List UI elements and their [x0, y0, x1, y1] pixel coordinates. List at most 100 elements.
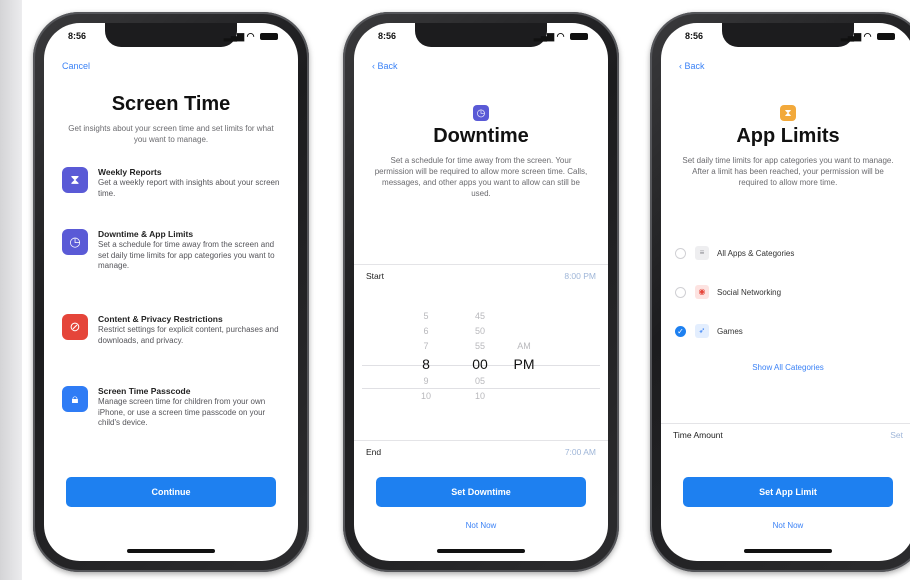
wifi-icon: ◠ — [863, 31, 872, 41]
signal-icon: ▂▄▆ — [533, 31, 555, 41]
time-picker[interactable]: 5 6 7 8 9 10 45 50 55 00 05 10 AM PM — [354, 309, 608, 439]
social-icon: ◉ — [695, 285, 709, 299]
period-wheel[interactable]: AM PM — [504, 309, 544, 374]
signal-icon: ▂▄▆ — [223, 31, 245, 41]
screen: 8:56 ▂▄▆ ◠ ‹ Back ◷ Downtime Set a sched… — [354, 23, 608, 561]
feature-content-privacy: ⊘ Content & Privacy Restrictions Restric… — [62, 314, 284, 384]
status-time: 8:56 — [685, 31, 704, 41]
status-icons: ▂▄▆ ◠ — [841, 31, 895, 42]
start-label: Start — [366, 271, 384, 281]
page-title: Downtime — [433, 125, 529, 147]
status-icons: ▂▄▆ ◠ — [224, 31, 278, 42]
picker-value: 05 — [474, 376, 485, 386]
time-amount-value: Set — [890, 430, 903, 440]
lock-icon: 🔒︎ — [62, 386, 88, 412]
screen: 8:56 ▂▄▆ ◠ Cancel Screen Time Get insigh… — [44, 23, 298, 561]
back-button[interactable]: ‹ Back — [679, 61, 705, 71]
feature-downtime-app-limits: ◷ Downtime & App Limits Set a schedule f… — [62, 229, 284, 299]
status-bar: 8:56 ▂▄▆ ◠ — [354, 31, 608, 45]
hourglass-icon: ⧗ — [62, 167, 88, 193]
phone-screen-time: 8:56 ▂▄▆ ◠ Cancel Screen Time Get insigh… — [33, 12, 309, 572]
wifi-icon: ◠ — [556, 31, 565, 41]
page-title: App Limits — [736, 125, 840, 147]
time-amount-label: Time Amount — [673, 430, 723, 440]
picker-value: 45 — [474, 311, 485, 321]
checkmark-icon[interactable]: ✓ — [675, 326, 686, 337]
picker-value: AM — [517, 341, 531, 351]
time-amount-row[interactable]: Time Amount Set — [661, 423, 910, 446]
battery-icon — [877, 33, 895, 41]
option-label: Social Networking — [717, 288, 782, 297]
end-value: 7:00 AM — [564, 447, 596, 457]
background-edge — [0, 0, 22, 580]
hourglass-icon: ⧗ — [780, 105, 796, 121]
not-now-button[interactable]: Not Now — [354, 521, 608, 530]
option-social-networking[interactable]: ◉ Social Networking — [675, 282, 901, 304]
continue-button[interactable]: Continue — [66, 477, 276, 507]
home-indicator[interactable] — [744, 549, 832, 553]
set-downtime-button[interactable]: Set Downtime — [376, 477, 586, 507]
phone-downtime: 8:56 ▂▄▆ ◠ ‹ Back ◷ Downtime Set a sched… — [343, 12, 619, 572]
rocket-icon: ➶ — [695, 324, 709, 338]
status-icons: ▂▄▆ ◠ — [534, 31, 588, 42]
feature-desc: Get a weekly report with insights about … — [98, 178, 280, 198]
hour-wheel[interactable]: 5 6 7 8 9 10 — [406, 309, 446, 404]
signal-icon: ▂▄▆ — [840, 31, 862, 41]
back-button[interactable]: ‹ Back — [372, 61, 398, 71]
feature-weekly-reports: ⧗ Weekly Reports Get a weekly report wit… — [62, 167, 284, 237]
picker-selected-minute: 00 — [472, 356, 488, 372]
feature-passcode: 🔒︎ Screen Time Passcode Manage screen ti… — [62, 386, 284, 456]
picker-value: 5 — [423, 311, 429, 321]
status-time: 8:56 — [68, 31, 87, 41]
page-title: Screen Time — [111, 93, 231, 115]
end-label: End — [366, 447, 382, 457]
picker-value: 50 — [474, 326, 485, 336]
picker-value: 10 — [420, 391, 431, 401]
feature-title: Weekly Reports — [98, 167, 162, 177]
picker-selected-hour: 8 — [422, 356, 430, 372]
set-app-limit-button[interactable]: Set App Limit — [683, 477, 893, 507]
battery-icon — [260, 33, 278, 41]
start-value: 8:00 PM — [564, 271, 596, 281]
picker-value: 9 — [423, 376, 429, 386]
page-subtitle: Set a schedule for time away from the sc… — [374, 156, 588, 198]
feature-desc: Manage screen time for children from you… — [98, 397, 266, 427]
radio-button[interactable] — [675, 248, 686, 259]
home-indicator[interactable] — [127, 549, 215, 553]
feature-title: Downtime & App Limits — [98, 229, 194, 239]
not-now-button[interactable]: Not Now — [661, 521, 910, 530]
option-label: Games — [717, 327, 743, 336]
wifi-icon: ◠ — [246, 31, 255, 41]
clock-icon: ◷ — [62, 229, 88, 255]
picker-value: 7 — [423, 341, 429, 351]
battery-icon — [570, 33, 588, 41]
phone-app-limits: 8:56 ▂▄▆ ◠ ‹ Back ⧗ App Limits Set daily… — [650, 12, 910, 572]
status-bar: 8:56 ▂▄▆ ◠ — [661, 31, 910, 45]
feature-desc: Set a schedule for time away from the sc… — [98, 240, 275, 270]
picker-value: 6 — [423, 326, 429, 336]
end-time-row[interactable]: End 7:00 AM — [354, 440, 608, 463]
show-all-categories-link[interactable]: Show All Categories — [661, 363, 910, 372]
page-subtitle: Get insights about your screen time and … — [68, 124, 274, 144]
option-label: All Apps & Categories — [717, 249, 795, 258]
picker-selected-period: PM — [513, 356, 535, 372]
status-bar: 8:56 ▂▄▆ ◠ — [44, 31, 298, 45]
option-all-apps[interactable]: ≡ All Apps & Categories — [675, 243, 901, 265]
page-subtitle: Set daily time limits for app categories… — [682, 156, 894, 187]
feature-title: Content & Privacy Restrictions — [98, 314, 223, 324]
start-time-row[interactable]: Start 8:00 PM — [354, 264, 608, 287]
downtime-icon: ◷ — [473, 105, 489, 121]
option-games[interactable]: ✓ ➶ Games — [675, 321, 901, 343]
screen: 8:56 ▂▄▆ ◠ ‹ Back ⧗ App Limits Set daily… — [661, 23, 910, 561]
radio-button[interactable] — [675, 287, 686, 298]
minute-wheel[interactable]: 45 50 55 00 05 10 — [460, 309, 500, 404]
picker-value: 10 — [474, 391, 485, 401]
block-icon: ⊘ — [62, 314, 88, 340]
home-indicator[interactable] — [437, 549, 525, 553]
layers-icon: ≡ — [695, 246, 709, 260]
feature-title: Screen Time Passcode — [98, 386, 191, 396]
status-time: 8:56 — [378, 31, 397, 41]
picker-value: 55 — [474, 341, 485, 351]
cancel-button[interactable]: Cancel — [62, 61, 90, 71]
feature-desc: Restrict settings for explicit content, … — [98, 325, 279, 345]
